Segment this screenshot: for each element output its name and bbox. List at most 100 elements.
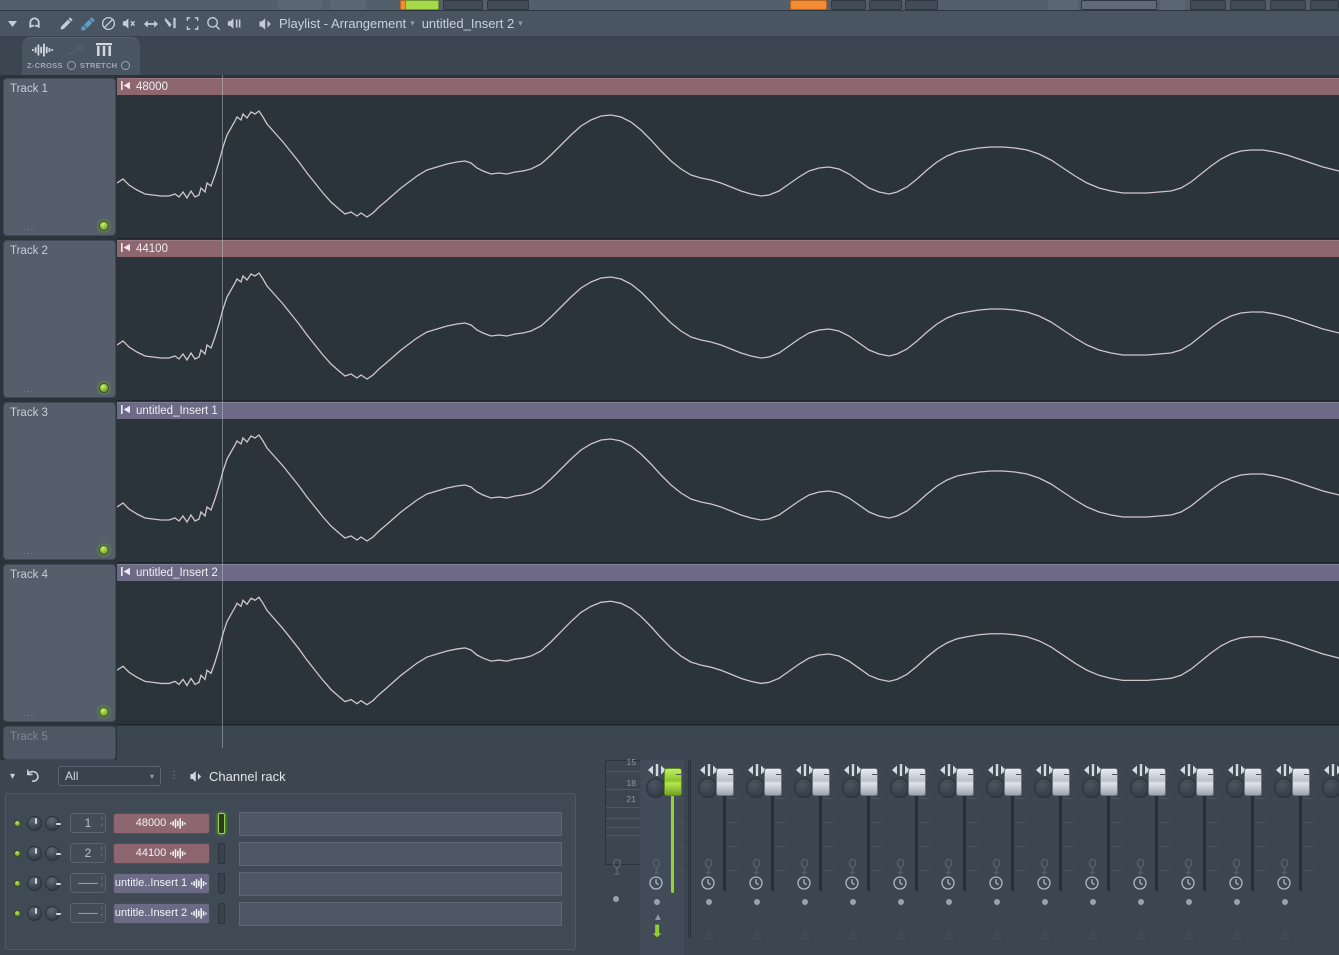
channel-filter-select[interactable]: All ▾	[58, 766, 162, 786]
mic-input-icon[interactable]	[942, 858, 955, 875]
zcross-knob[interactable]	[66, 61, 76, 70]
mic-input-icon[interactable]	[846, 858, 859, 875]
clip-header-4[interactable]: untitled_Insert 2	[117, 564, 1339, 581]
mic-input-icon[interactable]	[1038, 858, 1051, 875]
magnet-snap-icon[interactable]	[24, 13, 45, 35]
top-btn-j[interactable]	[1160, 0, 1185, 10]
mixer-send-triangle-icon[interactable]: △	[1041, 928, 1049, 941]
stepper-arrows-icon[interactable]: › ‹	[101, 845, 103, 859]
clip-header-1[interactable]: 48000	[117, 78, 1339, 95]
mixer-strip-insert-6[interactable]: △	[932, 760, 977, 955]
channel-enable-led-1[interactable]	[14, 819, 21, 827]
mixer-strip-insert-13[interactable]: △	[1268, 760, 1313, 955]
mic-input-icon[interactable]	[1086, 858, 1099, 875]
channel-target-mixer-4[interactable]: —— › ‹	[70, 903, 106, 923]
track-header-2[interactable]: Track 2 ...	[3, 240, 116, 398]
top-btn-k[interactable]	[1190, 0, 1226, 10]
mixer-send-triangle-icon[interactable]: △	[897, 928, 905, 941]
channel-pan-knob-4[interactable]	[45, 905, 61, 921]
mixer-send-triangle-icon[interactable]: △	[945, 928, 953, 941]
pan-knob[interactable]	[1274, 778, 1294, 798]
pan-knob[interactable]	[698, 778, 718, 798]
mixer-record-dot[interactable]	[1282, 899, 1288, 905]
clip-header-3[interactable]: untitled_Insert 1	[117, 402, 1339, 419]
mixer-record-dot[interactable]	[946, 899, 952, 905]
mixer-strip-insert-4[interactable]: △	[836, 760, 881, 955]
pan-knob[interactable]	[1226, 778, 1246, 798]
mixer-strip-insert-3[interactable]: △	[788, 760, 833, 955]
top-btn-i[interactable]	[1048, 0, 1078, 10]
playback-tool-icon[interactable]	[224, 13, 245, 35]
channel-pan-knob-1[interactable]	[45, 815, 61, 831]
mixer-record-dot-master[interactable]	[654, 899, 660, 905]
mixer-record-dot[interactable]	[850, 899, 856, 905]
mic-input-icon[interactable]	[1278, 858, 1291, 875]
mixer-record-dot[interactable]	[802, 899, 808, 905]
mixer-send-triangle-icon[interactable]: △	[1281, 928, 1289, 941]
pan-knob[interactable]	[1034, 778, 1054, 798]
channel-row-4[interactable]: —— › ‹ untitle..Insert 2	[14, 901, 225, 925]
clip-waveform-3[interactable]	[117, 419, 1339, 562]
delete-tool-icon[interactable]	[98, 13, 119, 35]
latency-clock-icon[interactable]	[1085, 876, 1099, 890]
slice-tool-icon[interactable]	[161, 13, 182, 35]
latency-clock-icon[interactable]	[1181, 876, 1195, 890]
track-led-3[interactable]	[99, 545, 109, 555]
mixer-strip-master[interactable]: ▲ ⬇	[640, 760, 685, 955]
mixer-send-triangle-icon[interactable]: △	[993, 928, 1001, 941]
mixer-send-triangle-icon[interactable]: △	[801, 928, 809, 941]
top-btn-f[interactable]	[831, 0, 866, 10]
top-btn-l[interactable]	[1230, 0, 1266, 10]
mixer-send-triangle-icon[interactable]: △	[1233, 928, 1241, 941]
latency-clock-icon[interactable]	[989, 876, 1003, 890]
paint-brush-icon[interactable]	[77, 13, 98, 35]
channel-enable-led-3[interactable]	[14, 879, 21, 887]
channel-pan-knob-2[interactable]	[45, 845, 61, 861]
channel-volume-knob-4[interactable]	[27, 905, 42, 921]
pan-knob[interactable]	[890, 778, 910, 798]
clip-waveform-2[interactable]	[117, 257, 1339, 400]
mixer-strip-insert-9[interactable]: △	[1076, 760, 1121, 955]
undo-icon[interactable]	[25, 769, 40, 783]
channel-name-button-1[interactable]: 48000	[113, 812, 210, 834]
channel-steps-4[interactable]	[239, 902, 562, 926]
channel-volume-knob-2[interactable]	[27, 845, 42, 861]
track-dots-3[interactable]: ...	[23, 546, 34, 557]
playlist-tool-tab[interactable]: Z-CROSS STRETCH	[22, 37, 140, 75]
top-btn-e[interactable]	[790, 0, 827, 10]
menu-caret-icon[interactable]	[0, 13, 24, 35]
mixer-record-dot[interactable]	[706, 899, 712, 905]
top-btn-b[interactable]	[330, 0, 366, 10]
mixer-strip-insert-10[interactable]: △	[1124, 760, 1169, 955]
latency-clock-icon[interactable]	[941, 876, 955, 890]
mic-input-icon[interactable]	[750, 858, 763, 875]
track-lane-3[interactable]: untitled_Insert 1	[117, 402, 1339, 562]
mixer-record-dot[interactable]	[1186, 899, 1192, 905]
channel-name-button-2[interactable]: 44100	[113, 842, 210, 864]
mixer-send-triangle-icon[interactable]: △	[753, 928, 761, 941]
latency-clock-icon[interactable]	[797, 876, 811, 890]
track-lane-4[interactable]: untitled_Insert 2	[117, 564, 1339, 726]
track-dots-4[interactable]: ...	[23, 708, 34, 719]
mixer-record-dot[interactable]	[1042, 899, 1048, 905]
mute-tool-icon[interactable]	[119, 13, 140, 35]
pan-knob[interactable]	[986, 778, 1006, 798]
channel-enable-led-2[interactable]	[14, 849, 21, 857]
stepper-arrows-icon[interactable]: › ‹	[101, 815, 103, 829]
channel-enable-led-4[interactable]	[14, 909, 21, 917]
playlist-title-caret-icon[interactable]: ▾	[410, 18, 415, 29]
top-btn-play[interactable]	[405, 0, 439, 10]
latency-clock-icon[interactable]	[893, 876, 907, 890]
track-lane-5[interactable]	[117, 726, 1339, 760]
mixer-send-triangle-icon[interactable]: △	[1185, 928, 1193, 941]
select-tool-icon[interactable]	[182, 13, 203, 35]
latency-clock-icon[interactable]	[749, 876, 763, 890]
track-lane-1[interactable]: 48000	[117, 78, 1339, 238]
latency-clock-icon[interactable]	[1133, 876, 1147, 890]
draw-pencil-icon[interactable]	[56, 13, 77, 35]
waveform-tab-icon[interactable]	[32, 43, 54, 57]
channel-steps-3[interactable]	[239, 872, 562, 896]
channel-row-2[interactable]: 2 › ‹ 44100	[14, 841, 225, 865]
top-btn-g[interactable]	[869, 0, 902, 10]
channel-volume-knob-1[interactable]	[27, 815, 42, 831]
